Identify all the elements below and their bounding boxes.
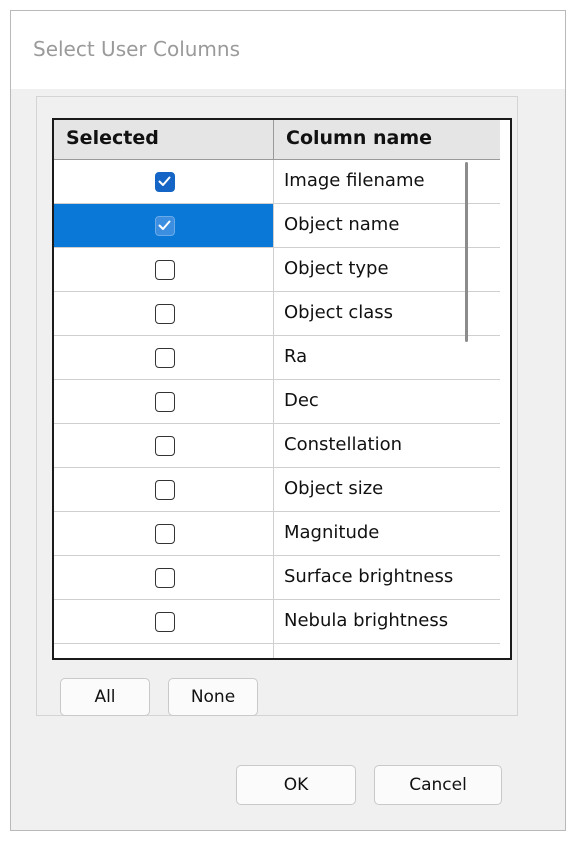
row-checkbox[interactable]	[155, 568, 175, 588]
table-row[interactable]: Image filename	[54, 160, 501, 204]
column-name-cell[interactable]: Object size	[274, 468, 501, 512]
column-name-cell[interactable]: Constellation	[274, 424, 501, 468]
scrollbar-thumb[interactable]	[465, 162, 468, 342]
header-column-name[interactable]: Column name	[274, 120, 501, 160]
row-checkbox[interactable]	[155, 260, 175, 280]
table-row[interactable]: Object class	[54, 292, 501, 336]
table-row[interactable]	[54, 644, 501, 658]
row-checkbox[interactable]	[155, 612, 175, 632]
table-row[interactable]: Surface brightness	[54, 556, 501, 600]
column-name-cell[interactable]: Surface brightness	[274, 556, 501, 600]
table-row[interactable]: Constellation	[54, 424, 501, 468]
selected-cell[interactable]	[54, 292, 274, 336]
table-row[interactable]: Object name	[54, 204, 501, 248]
select-all-button[interactable]: All	[60, 678, 150, 716]
table-row[interactable]: Object size	[54, 468, 501, 512]
row-checkbox[interactable]	[155, 436, 175, 456]
row-checkbox[interactable]	[155, 480, 175, 500]
selected-cell[interactable]	[54, 380, 274, 424]
selected-cell	[54, 644, 274, 658]
selected-cell[interactable]	[54, 424, 274, 468]
dialog-title: Select User Columns	[33, 37, 241, 61]
column-name-cell	[274, 644, 501, 658]
column-name-cell[interactable]: Ra	[274, 336, 501, 380]
table-row[interactable]: Ra	[54, 336, 501, 380]
selected-cell[interactable]	[54, 512, 274, 556]
column-name-cell[interactable]: Nebula brightness	[274, 600, 501, 644]
columns-grid: Selected Column name Image filename Obje…	[52, 118, 512, 660]
row-checkbox[interactable]	[155, 392, 175, 412]
row-checkbox[interactable]	[155, 348, 175, 368]
selected-cell[interactable]	[54, 556, 274, 600]
column-name-cell[interactable]: Magnitude	[274, 512, 501, 556]
header-selected[interactable]: Selected	[54, 120, 274, 160]
ok-button[interactable]: OK	[236, 765, 356, 805]
row-checkbox[interactable]	[155, 216, 175, 236]
table-row[interactable]: Nebula brightness	[54, 600, 501, 644]
row-checkbox[interactable]	[155, 172, 175, 192]
table-row[interactable]: Magnitude	[54, 512, 501, 556]
selected-cell[interactable]	[54, 204, 274, 248]
selected-cell[interactable]	[54, 248, 274, 292]
title-bar[interactable]: Select User Columns	[11, 11, 565, 89]
cancel-button[interactable]: Cancel	[374, 765, 502, 805]
row-checkbox[interactable]	[155, 524, 175, 544]
vertical-scrollbar[interactable]	[500, 120, 510, 658]
column-name-cell[interactable]: Dec	[274, 380, 501, 424]
selected-cell[interactable]	[54, 468, 274, 512]
selected-cell[interactable]	[54, 600, 274, 644]
selected-cell[interactable]	[54, 336, 274, 380]
table-row[interactable]: Object type	[54, 248, 501, 292]
table-row[interactable]: Dec	[54, 380, 501, 424]
row-checkbox[interactable]	[155, 304, 175, 324]
select-none-button[interactable]: None	[168, 678, 258, 716]
selected-cell[interactable]	[54, 160, 274, 204]
